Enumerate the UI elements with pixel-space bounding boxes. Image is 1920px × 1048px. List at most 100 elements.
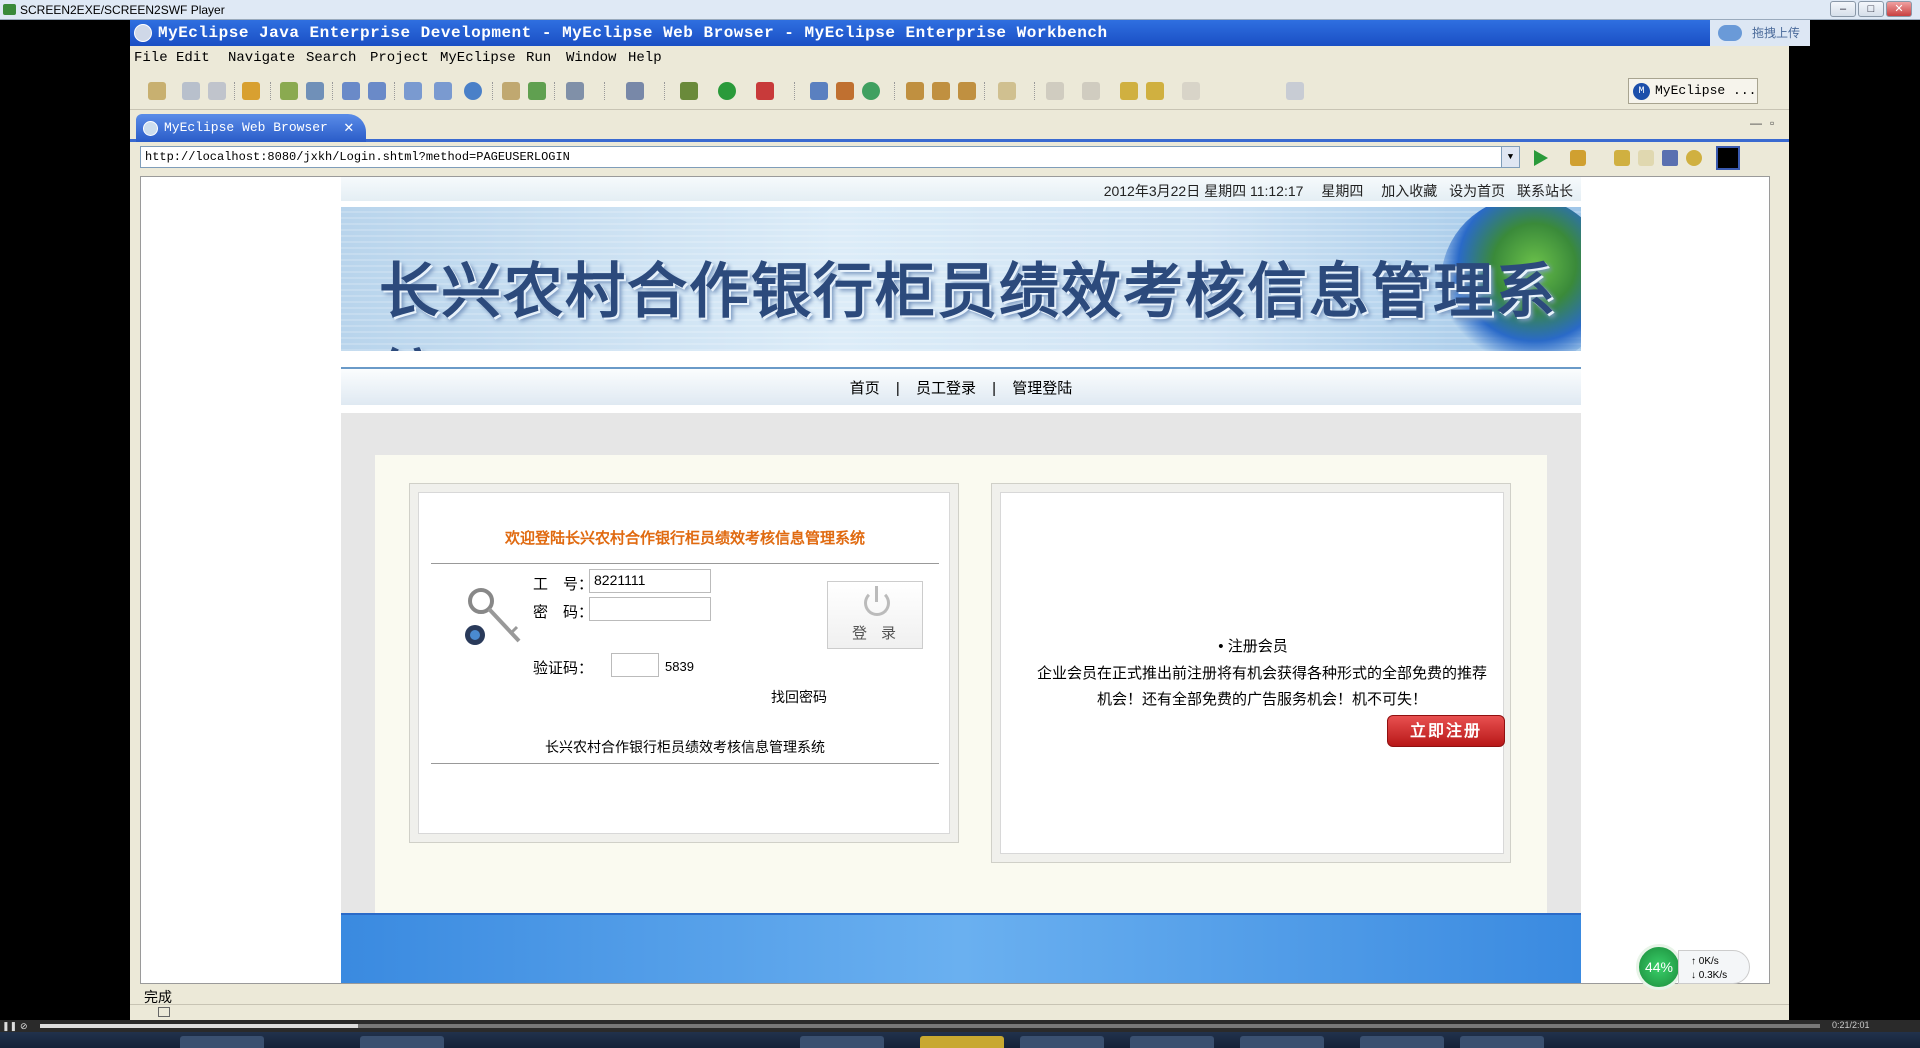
menu-help[interactable]: Help — [628, 50, 662, 66]
forward-icon[interactable] — [1182, 82, 1200, 100]
menu-file[interactable]: File — [134, 50, 168, 66]
forward-icon[interactable] — [1638, 150, 1654, 166]
next-annotation-icon[interactable] — [1046, 82, 1064, 100]
login-welcome: 欢迎登陆长兴农村合作银行柜员绩效考核信息管理系统 — [504, 530, 865, 547]
window-icon[interactable] — [566, 82, 584, 100]
network-percent[interactable]: 44% — [1636, 944, 1682, 990]
debug-icon[interactable] — [680, 82, 698, 100]
register-now-button[interactable]: 立即注册 — [1387, 715, 1505, 747]
footer-banner — [341, 913, 1581, 983]
pen-icon[interactable] — [932, 82, 950, 100]
deploy-icon[interactable] — [342, 82, 360, 100]
save-icon[interactable] — [182, 82, 200, 100]
chevron-down-icon[interactable]: ▼ — [1501, 147, 1519, 167]
minimize-button[interactable]: – — [1830, 1, 1856, 17]
open-folder-icon[interactable] — [502, 82, 520, 100]
close-tab-icon[interactable]: ✕ — [344, 114, 354, 142]
prev-annotation-icon[interactable] — [1082, 82, 1100, 100]
add-favorite-link[interactable]: 加入收藏 — [1381, 183, 1437, 199]
contact-admin-link[interactable]: 联系站长 — [1517, 183, 1573, 199]
upload-button[interactable]: 拖拽上传 — [1710, 20, 1810, 46]
refresh-icon[interactable] — [862, 82, 880, 100]
taskbar-item[interactable] — [1460, 1036, 1544, 1048]
divider — [431, 763, 939, 764]
toolbar: M MyEclipse ... — [130, 70, 1789, 110]
taskbar-item[interactable] — [1020, 1036, 1104, 1048]
menu-myeclipse[interactable]: MyEclipse — [440, 50, 516, 66]
captcha-input[interactable] — [611, 653, 659, 677]
captcha-label: 验证码： — [533, 660, 594, 677]
print-icon[interactable] — [208, 82, 226, 100]
url-input[interactable]: http://localhost:8080/jxkh/Login.shtml?m… — [140, 146, 1520, 168]
toolbar-separator — [794, 82, 796, 100]
globe-icon[interactable] — [464, 82, 482, 100]
new-icon[interactable] — [148, 82, 166, 100]
browser-mode-icon[interactable] — [1716, 146, 1740, 170]
site-banner: 长兴农村合作银行柜员绩效考核信息管理系统 — [341, 207, 1581, 351]
menu-search[interactable]: Search — [306, 50, 356, 66]
stop-icon[interactable] — [1662, 150, 1678, 166]
menu-project[interactable]: Project — [370, 50, 429, 66]
menu-window[interactable]: Window — [566, 50, 616, 66]
run-server-icon[interactable] — [434, 82, 452, 100]
perspective-switcher[interactable]: M MyEclipse ... — [1628, 78, 1758, 104]
staff-id-input[interactable]: 8221111 — [589, 569, 711, 593]
search-icon[interactable] — [906, 82, 924, 100]
refresh-icon[interactable] — [1686, 150, 1702, 166]
upload-label: 拖拽上传 — [1752, 26, 1801, 40]
nav-admin-login[interactable]: 管理登陆 — [1012, 380, 1072, 397]
menu-run[interactable]: Run — [526, 50, 551, 66]
server-icon[interactable] — [306, 82, 324, 100]
hierarchy-icon[interactable] — [836, 82, 854, 100]
add-icon[interactable] — [528, 82, 546, 100]
run-icon[interactable] — [718, 82, 736, 100]
open-type-icon[interactable] — [810, 82, 828, 100]
menu-navigate[interactable]: Navigate — [228, 50, 295, 66]
taskbar-item[interactable] — [920, 1036, 1004, 1048]
gear-icon[interactable] — [280, 82, 298, 100]
stop-icon[interactable]: ⊘ — [20, 1021, 28, 1032]
password-input[interactable] — [589, 597, 711, 621]
set-homepage-link[interactable]: 设为首页 — [1449, 183, 1505, 199]
back-icon[interactable] — [1614, 150, 1630, 166]
player-title: SCREEN2EXE/SCREEN2SWF Player — [20, 3, 225, 17]
forgot-password-link[interactable]: 找回密码 — [771, 687, 827, 707]
eclipse-titlebar: MyEclipse Java Enterprise Development - … — [130, 20, 1810, 46]
taskbar-item[interactable] — [180, 1036, 264, 1048]
tab-myeclipse-web-browser[interactable]: MyEclipse Web Browser ✕ — [136, 114, 366, 142]
external-tools-icon[interactable] — [756, 82, 774, 100]
player-progress-bar[interactable]: ❚❚ ⊘ 0:21/2:01 — [0, 1020, 1920, 1032]
package-icon[interactable] — [242, 82, 260, 100]
date-time: 2012年3月22日 星期四 11:12:17 — [1103, 183, 1304, 199]
minimize-view-icon[interactable]: — — [1750, 116, 1762, 130]
fast-view-icon[interactable] — [158, 1007, 170, 1017]
maximize-view-icon[interactable]: ▫ — [1770, 116, 1774, 130]
taskbar-item[interactable] — [1130, 1036, 1214, 1048]
menu-edit[interactable]: Edit — [176, 50, 210, 66]
folder-icon[interactable] — [998, 82, 1016, 100]
editor-tabbar: MyEclipse Web Browser ✕ — ▫ — [130, 112, 1789, 142]
pause-icon[interactable]: ❚❚ — [2, 1021, 17, 1032]
undeploy-icon[interactable] — [368, 82, 386, 100]
last-edit-icon[interactable] — [1120, 82, 1138, 100]
toolbar-separator — [234, 82, 236, 100]
taskbar-item[interactable] — [1240, 1036, 1324, 1048]
task-icon[interactable] — [958, 82, 976, 100]
nav-home[interactable]: 首页 — [850, 380, 880, 397]
toolbar-separator — [604, 82, 606, 100]
back-icon[interactable] — [1146, 82, 1164, 100]
taskbar-item[interactable] — [1360, 1036, 1444, 1048]
go-icon[interactable] — [1534, 150, 1548, 166]
app-server-icon[interactable] — [404, 82, 422, 100]
close-button[interactable]: ✕ — [1886, 1, 1912, 17]
nav-staff-login[interactable]: 员工登录 — [916, 380, 976, 397]
eclipse-window: MyEclipse Java Enterprise Development - … — [130, 20, 1810, 1020]
taskbar-item[interactable] — [360, 1036, 444, 1048]
new-class-icon[interactable] — [626, 82, 644, 100]
favorites-icon[interactable] — [1570, 150, 1586, 166]
open-perspective-icon[interactable] — [1286, 82, 1304, 100]
maximize-button[interactable]: □ — [1858, 1, 1884, 17]
login-button-label: 登录 — [851, 625, 910, 642]
login-button[interactable]: 登录 — [827, 581, 923, 649]
taskbar-item[interactable] — [800, 1036, 884, 1048]
